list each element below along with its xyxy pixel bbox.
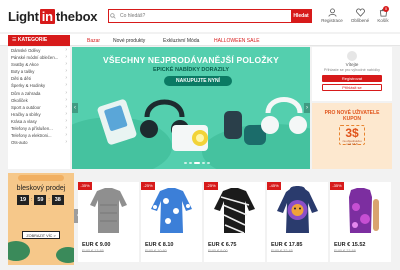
pagination-dot[interactable] (189, 162, 192, 164)
register-label: Registrace (321, 18, 343, 23)
product-image-blue-blouse (151, 188, 192, 233)
banner-title: VŠECHNY NEJPRODÁVANĚJŠÍ POLOŽKY (103, 55, 279, 65)
product-card[interactable]: -25% EUR € 8.10 EUR € 10.80 (141, 182, 202, 262)
category-item[interactable]: Boty a tašky (8, 68, 70, 75)
user-icon (327, 8, 337, 17)
product-price: EUR € 15.52 (334, 242, 366, 248)
category-item[interactable]: Pánské módní oblečen... (8, 54, 70, 61)
hero-banner[interactable]: VŠECHNY NEJPRODÁVANĚJŠÍ POLOŽKY EPICKÉ N… (72, 47, 310, 169)
nav-item-new-products[interactable]: Nové produkty (113, 38, 145, 44)
category-item[interactable]: Krása a vlasy (8, 118, 70, 125)
categories-label: KATEGORIE (17, 37, 48, 43)
discount-badge: -25% (141, 182, 155, 190)
search-bar: Hledat (108, 9, 312, 23)
category-item[interactable]: Děti & děti (8, 75, 70, 82)
site-logo[interactable]: Light in thebox (8, 9, 98, 24)
banner-prev-arrow[interactable]: ‹ (72, 103, 78, 113)
nav-item-halloween-sale[interactable]: HALLOWEEN SALE (214, 38, 260, 44)
nav-item-exclusive-fashion[interactable]: Exkluzivní Móda (163, 38, 199, 44)
category-item[interactable]: Svatby & Akce (8, 61, 70, 68)
product-image-striped-top (214, 188, 255, 234)
category-item[interactable]: Dům a zahrada (8, 90, 70, 97)
welcome-text: Vítejte (345, 62, 359, 67)
product-old-price: EUR € 9.00 (208, 249, 228, 253)
product-old-price: EUR € 23.88 (334, 249, 356, 253)
cart-link[interactable]: 0 Košík (370, 6, 396, 23)
nav-item-bazar[interactable]: Bazar (87, 38, 100, 44)
cart-count-badge: 0 (383, 6, 389, 12)
logo-text-thebox: thebox (55, 9, 98, 24)
category-item[interactable]: Hračky a sbírky (8, 111, 70, 118)
product-card[interactable]: -45% EUR € 17.85 EUR € 32.45 (267, 182, 328, 262)
header: Lightinthebox Hledat Registrace Oblíbené… (0, 0, 400, 32)
category-item[interactable]: Okolíček (8, 97, 70, 104)
timer-seconds: 38 (51, 195, 64, 205)
product-old-price: EUR € 10.80 (145, 249, 167, 253)
category-item[interactable]: Telefony a příslušen... (8, 125, 70, 132)
countdown-timer: 19: 59: 38 (17, 195, 64, 205)
wishlist-label: Oblíbené (350, 18, 370, 23)
product-price: EUR € 8.10 (145, 242, 174, 248)
coupon-amount: 3$ (345, 126, 359, 140)
product-image-lion-hoodie (277, 186, 318, 233)
banner-artwork (72, 97, 310, 169)
discount-badge: -45% (267, 182, 281, 190)
search-icon (109, 10, 117, 22)
discount-badge: -35% (78, 182, 92, 190)
avatar (347, 51, 357, 61)
pagination-dot[interactable] (202, 162, 205, 164)
heart-icon (355, 8, 365, 17)
banner-pagination (184, 162, 210, 164)
banner-next-arrow[interactable]: › (304, 103, 310, 113)
new-user-coupon[interactable]: PRO NOVÉ UŽIVATELE KUPON 3$ za objednávk… (312, 103, 392, 169)
timer-minutes: 59 (34, 195, 47, 205)
product-card[interactable]: -25% EUR € 6.75 EUR € 9.00 (204, 182, 265, 262)
account-hint: Přihlaste se pro výhodné nabídky (323, 68, 381, 72)
product-card[interactable]: -35% EUR € 9.00 EUR € 13.85 (78, 182, 139, 262)
register-button[interactable]: Registrovat (322, 75, 382, 82)
banner-subtitle: EPICKÉ NABÍDKY DORAZILY (152, 67, 230, 73)
product-old-price: EUR € 32.45 (271, 249, 293, 253)
category-list: Dámské Oděvy Pánské módní oblečen... Sva… (8, 47, 70, 169)
flash-sale-title: bleskový prodej (16, 185, 66, 192)
account-panel: Vítejte Přihlaste se pro výhodné nabídky… (312, 47, 392, 101)
category-item[interactable]: Dámské Oděvy (8, 47, 70, 54)
discount-badge: -25% (204, 182, 218, 190)
category-item[interactable]: Ots-auto (8, 139, 70, 146)
view-more-button[interactable]: ZOBRAZIT VÍC > (22, 231, 60, 239)
product-old-price: EUR € 13.85 (82, 249, 104, 253)
pagination-dot-active[interactable] (194, 162, 200, 164)
pagination-dot[interactable] (184, 162, 187, 164)
signin-button[interactable]: Přihlásit se (322, 84, 382, 91)
product-image-grey-sweater (90, 188, 127, 233)
cart-label: Košík (377, 18, 389, 23)
shop-now-button[interactable]: NAKUPUJTE NYNÍ (164, 76, 232, 86)
register-link[interactable]: Registrace (319, 8, 345, 23)
product-price: EUR € 6.75 (208, 242, 237, 248)
search-button[interactable]: Hledat (291, 10, 311, 22)
flash-sale-panel: bleskový prodej 19: 59: 38 ZOBRAZIT VÍC … (8, 173, 74, 265)
logo-text-light: Light (8, 9, 39, 24)
product-image-purple-top (349, 188, 379, 233)
product-card[interactable]: -35% EUR € 15.52 EUR € 23.88 (330, 182, 391, 262)
coupon-line2: KUPON (342, 116, 362, 122)
search-input[interactable] (117, 10, 291, 22)
category-item[interactable]: Sport a outdoor (8, 104, 70, 111)
category-item[interactable]: Šperky & Hodinky (8, 82, 70, 89)
timer-hours: 19 (17, 195, 29, 205)
pagination-dot[interactable] (207, 162, 210, 164)
discount-badge: -35% (330, 182, 344, 190)
coupon-value: 3$ za objednávku nad 15 $ (339, 125, 365, 146)
category-item[interactable]: Telefony a elektroni... (8, 132, 70, 139)
logo-text-in: in (39, 9, 55, 24)
categories-button[interactable]: ☰ KATEGORIE (8, 35, 70, 46)
product-price: EUR € 9.00 (82, 242, 111, 248)
coupon-note: za objednávku nad 15 $ (342, 139, 362, 146)
product-price: EUR € 17.85 (271, 242, 303, 248)
